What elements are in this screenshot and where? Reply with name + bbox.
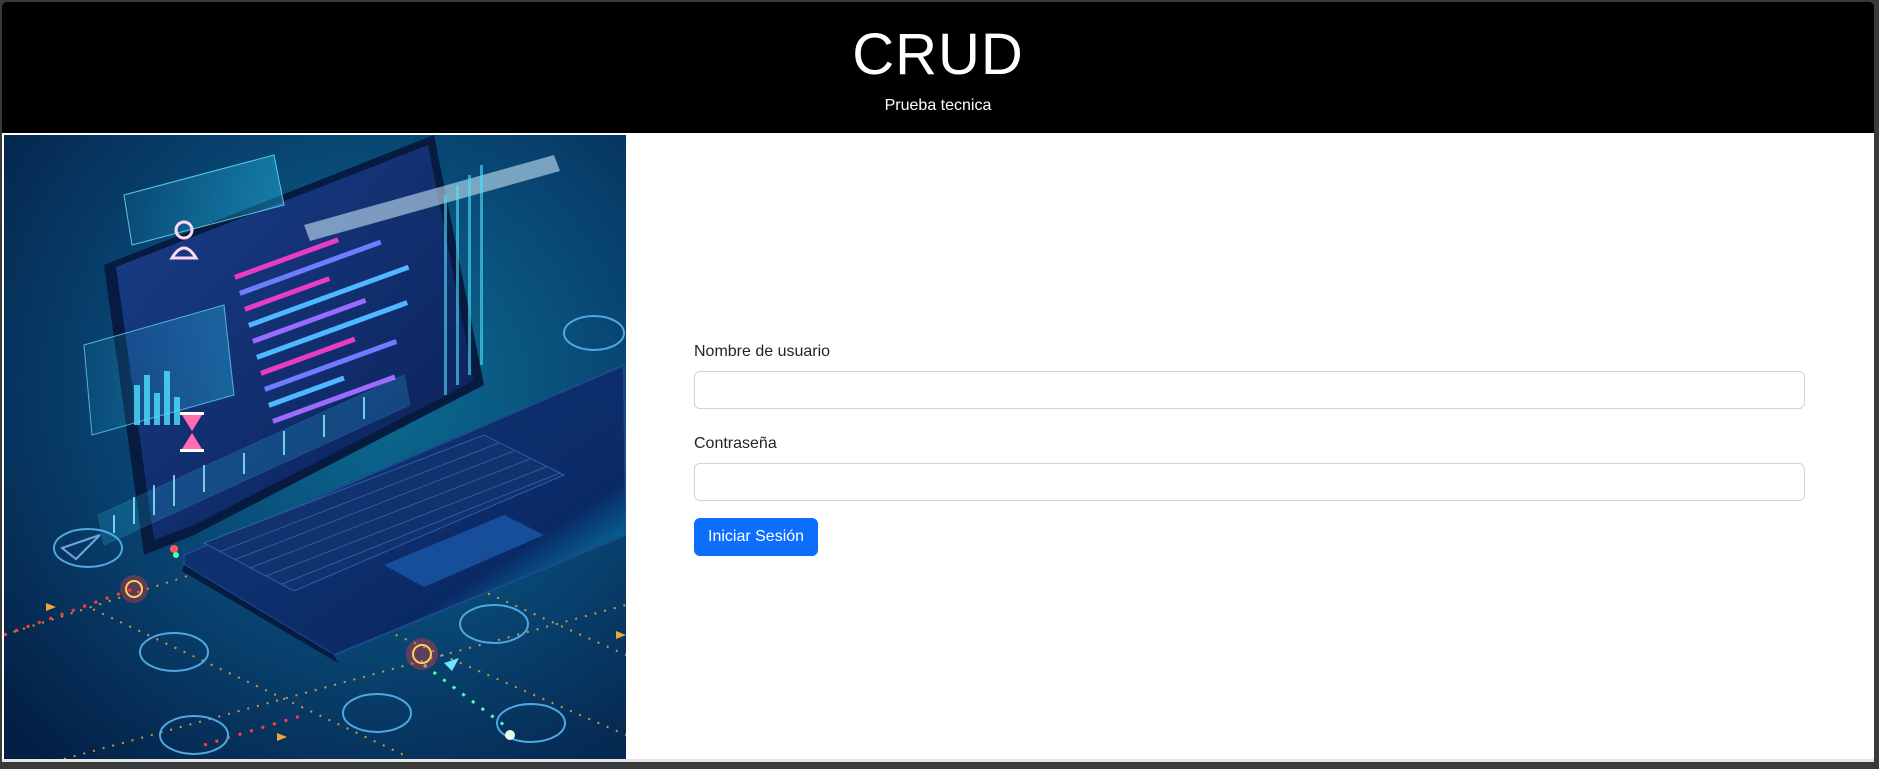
password-label: Contraseña (694, 435, 777, 452)
login-form: Nombre de usuario Contraseña Iniciar Ses… (694, 342, 1805, 556)
page-title: CRUD (852, 22, 1024, 87)
hero-image (4, 135, 626, 759)
password-group: Contraseña (694, 434, 1805, 501)
username-input[interactable] (694, 371, 1805, 409)
bottom-divider (2, 759, 1874, 762)
page-header: CRUD Prueba tecnica (2, 2, 1874, 133)
username-label: Nombre de usuario (694, 343, 831, 360)
login-button[interactable]: Iniciar Sesión (694, 518, 819, 556)
password-input[interactable] (694, 463, 1805, 501)
laptop-illustration (4, 135, 626, 759)
page-subtitle: Prueba tecnica (884, 97, 992, 114)
app-window: CRUD Prueba tecnica Nombre de usuario Co… (2, 2, 1874, 762)
